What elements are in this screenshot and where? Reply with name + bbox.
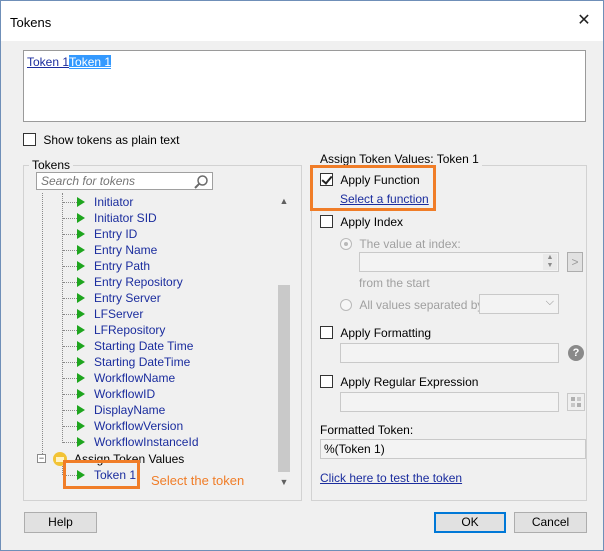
show-plain-text-checkbox[interactable]	[23, 133, 36, 147]
selected-token-highlight	[63, 460, 140, 489]
token-search-input[interactable]	[37, 173, 187, 189]
token-chip[interactable]: Token 1	[27, 55, 69, 69]
apply-formatting-checkbox[interactable]	[320, 326, 333, 340]
cancel-button[interactable]: Cancel	[514, 512, 587, 533]
formatted-token-label: Formatted Token:	[320, 423, 414, 437]
index-stepper[interactable]: ▲ ▼	[359, 252, 559, 272]
close-icon[interactable]: ✕	[575, 12, 593, 30]
token-search-box[interactable]	[36, 172, 213, 190]
search-icon[interactable]	[193, 174, 209, 193]
formatted-token-field: %(Token 1)	[320, 439, 586, 459]
select-token-annotation: Select the token	[151, 473, 245, 488]
token-tree: Initiator Initiator SID Entry ID Entry N…	[37, 193, 199, 482]
apply-regex-option[interactable]: Apply Regular Expression	[320, 374, 478, 389]
assign-group-label: Assign Token Values: Token 1	[317, 152, 482, 166]
apply-regex-checkbox[interactable]	[320, 375, 333, 389]
token-chip-selected[interactable]: Token 1	[69, 55, 112, 69]
play-icon	[77, 229, 85, 239]
apply-function-label: Apply Function	[340, 172, 420, 187]
tokens-group-label: Tokens	[29, 158, 74, 172]
apply-formatting-label: Apply Formatting	[340, 325, 432, 340]
from-start-label: from the start	[359, 276, 430, 290]
value-at-index-radio[interactable]	[340, 237, 352, 250]
value-at-index-option[interactable]: The value at index:	[340, 236, 461, 251]
apply-formatting-option[interactable]: Apply Formatting	[320, 325, 431, 340]
tree-connector	[62, 193, 63, 443]
apply-index-option[interactable]: Apply Index	[320, 214, 403, 229]
scroll-up-icon[interactable]: ▲	[277, 193, 291, 209]
play-icon	[77, 341, 85, 351]
all-values-radio[interactable]	[340, 298, 352, 311]
all-values-option[interactable]: All values separated by:	[340, 297, 487, 312]
scrollbar-thumb[interactable]	[278, 285, 290, 472]
show-plain-text-label: Show tokens as plain text	[43, 132, 180, 147]
formatting-input[interactable]	[340, 343, 559, 363]
chevron-down-icon[interactable]: ⌵	[546, 296, 554, 309]
apply-regex-label: Apply Regular Expression	[340, 374, 479, 389]
play-icon	[77, 373, 85, 383]
title-bar: Tokens ✕	[1, 1, 603, 41]
go-button[interactable]: >	[567, 252, 583, 272]
apply-function-checkbox[interactable]	[320, 173, 333, 187]
window-title: Tokens	[10, 15, 52, 30]
separator-dropdown[interactable]: ⌵	[479, 294, 559, 314]
play-icon	[77, 325, 85, 335]
play-icon	[77, 293, 85, 303]
help-icon[interactable]: ?	[568, 345, 584, 361]
token-tree-scrollbar[interactable]: ▲ ▼	[277, 193, 291, 490]
regex-input[interactable]	[340, 392, 559, 412]
play-icon	[77, 389, 85, 399]
collapse-icon[interactable]: −	[37, 454, 46, 463]
ok-button[interactable]: OK	[434, 512, 506, 533]
apply-index-checkbox[interactable]	[320, 215, 333, 229]
play-icon	[77, 421, 85, 431]
tree-connector	[42, 193, 43, 460]
scroll-down-icon[interactable]: ▼	[277, 474, 291, 490]
play-icon	[77, 405, 85, 415]
test-token-link[interactable]: Click here to test the token	[320, 471, 462, 485]
play-icon	[77, 437, 85, 447]
apply-function-option[interactable]: Apply Function	[320, 172, 420, 187]
show-plain-text-option[interactable]: Show tokens as plain text	[23, 132, 179, 147]
regex-builder-icon[interactable]	[567, 393, 585, 411]
play-icon	[77, 309, 85, 319]
formatted-token-value: %(Token 1)	[324, 442, 385, 456]
token-editor[interactable]: Token 1Token 1	[23, 50, 586, 122]
value-at-index-label: The value at index:	[359, 236, 461, 251]
all-values-label: All values separated by:	[359, 297, 487, 312]
play-icon	[77, 261, 85, 271]
stepper-arrows-icon[interactable]: ▲ ▼	[543, 254, 557, 270]
help-button[interactable]: Help	[24, 512, 97, 533]
play-icon	[77, 245, 85, 255]
play-icon	[77, 213, 85, 223]
apply-index-label: Apply Index	[340, 214, 404, 229]
play-icon	[77, 277, 85, 287]
select-function-link[interactable]: Select a function	[340, 192, 429, 206]
play-icon	[77, 357, 85, 367]
tokens-dialog: Tokens ✕ Token 1Token 1 Show tokens as p…	[0, 0, 604, 551]
play-icon	[77, 197, 85, 207]
